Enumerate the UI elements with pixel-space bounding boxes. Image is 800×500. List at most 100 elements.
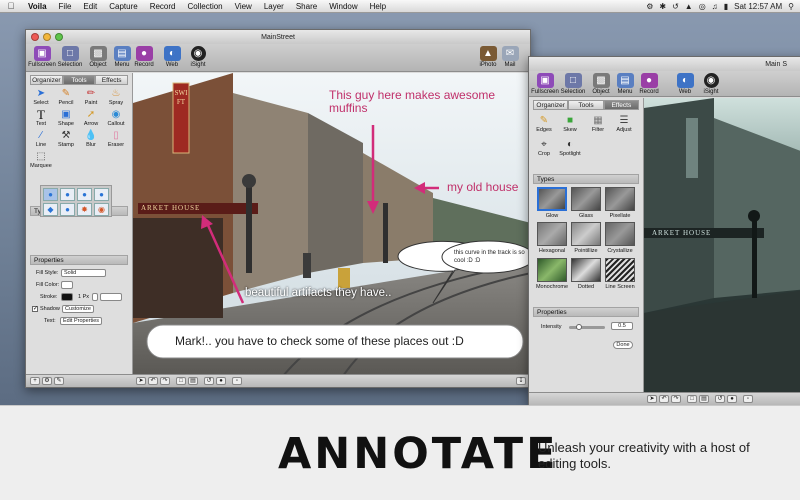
gear-menu-icon[interactable]: ⚙: [42, 377, 52, 385]
annotation-artifacts[interactable]: beautiful artifacts they have..: [245, 286, 400, 300]
annotation-curve[interactable]: this curve in the track is so cool :D :D: [454, 249, 528, 265]
arrow-tool[interactable]: ➚ Arrow: [79, 108, 103, 127]
blur-tool[interactable]: 💧 Blur: [79, 129, 103, 148]
minimize-window-button[interactable]: [43, 33, 51, 41]
shadow-checkbox[interactable]: ✓: [32, 306, 38, 312]
effect-type-thumb[interactable]: [605, 222, 635, 246]
edit-icon[interactable]: ✎: [54, 377, 64, 385]
text-tool[interactable]: T Text: [29, 108, 53, 127]
effects-selection-button[interactable]: □ Selection: [559, 73, 587, 95]
effects-isight-button[interactable]: ◉ iSight: [697, 73, 725, 95]
fill-color-swatch[interactable]: [61, 281, 73, 289]
done-button[interactable]: Done: [613, 341, 633, 349]
export-button[interactable]: ↧: [516, 377, 526, 385]
select-tool[interactable]: ➤ Select: [29, 87, 53, 106]
fill-style-select[interactable]: Solid: [61, 269, 106, 277]
stamp-tool[interactable]: ⚒ Stamp: [54, 129, 78, 148]
tab-effects[interactable]: Effects: [603, 100, 639, 110]
lock-button[interactable]: ●: [727, 395, 737, 403]
selection-button[interactable]: □ Selection: [56, 46, 84, 68]
callout-type-option[interactable]: ●: [77, 188, 92, 201]
rotate-button[interactable]: ↺: [715, 395, 725, 403]
time-machine-icon[interactable]: ↺: [672, 2, 679, 11]
effects-record-button[interactable]: ● Record: [635, 73, 663, 95]
effect-type-thumb[interactable]: [537, 258, 567, 282]
menu-record[interactable]: Record: [144, 2, 182, 11]
bluetooth-icon[interactable]: ✱: [659, 2, 666, 11]
paint-tool[interactable]: ✏ Paint: [79, 87, 103, 106]
tab-tools[interactable]: Tools: [568, 100, 604, 110]
web-button[interactable]: ◐ Web: [158, 46, 186, 68]
volume-icon[interactable]: ♫: [712, 2, 718, 11]
add-button[interactable]: +: [30, 377, 40, 385]
menu-file[interactable]: File: [53, 2, 78, 11]
menu-app[interactable]: Voila: [22, 2, 53, 11]
pointer-mode-button[interactable]: ➤: [647, 395, 657, 403]
rotate-button[interactable]: ↺: [204, 377, 214, 385]
trash-button[interactable]: ▫: [232, 377, 242, 385]
undo-button[interactable]: ↶: [659, 395, 669, 403]
menu-collection[interactable]: Collection: [181, 2, 228, 11]
layers-button[interactable]: ▤: [699, 395, 709, 403]
effect-type-thumb[interactable]: [537, 222, 567, 246]
layers-button[interactable]: ▤: [188, 377, 198, 385]
effect-type-thumb[interactable]: [605, 258, 635, 282]
redo-button[interactable]: ↷: [671, 395, 681, 403]
crop-button[interactable]: □: [176, 377, 186, 385]
pencil-tool[interactable]: ✎ Pencil: [54, 87, 78, 106]
menu-edit[interactable]: Edit: [77, 2, 103, 11]
menu-capture[interactable]: Capture: [103, 2, 143, 11]
wifi-icon[interactable]: ◎: [699, 2, 706, 11]
gear-icon[interactable]: ⚙: [646, 2, 653, 11]
intensity-slider-knob[interactable]: [576, 324, 583, 330]
effects-web-button[interactable]: ◐ Web: [671, 73, 699, 95]
tab-effects[interactable]: Effects: [95, 75, 129, 85]
callout-type-option[interactable]: ●: [94, 188, 109, 201]
filter-effect[interactable]: ▦ Filter: [587, 114, 609, 133]
callout-type-option[interactable]: ●: [60, 203, 75, 216]
menu-help[interactable]: Help: [364, 2, 392, 11]
sync-icon[interactable]: ▲: [685, 2, 693, 11]
effect-type-thumb[interactable]: [571, 222, 601, 246]
isight-button[interactable]: ◉ iSight: [184, 46, 212, 68]
close-window-button[interactable]: [31, 33, 39, 41]
callout-tool[interactable]: ◉ Callout: [104, 108, 128, 127]
fullscreen-button[interactable]: ▣ Fullscreen: [28, 46, 56, 68]
menu-share[interactable]: Share: [290, 2, 323, 11]
stroke-color-swatch[interactable]: [61, 293, 73, 301]
record-button[interactable]: ● Record: [130, 46, 158, 68]
tab-tools[interactable]: Tools: [62, 75, 96, 85]
tab-organizer[interactable]: Organizer: [30, 75, 63, 85]
trash-button[interactable]: ▫: [743, 395, 753, 403]
annotation-muffins[interactable]: This guy here makes awesome muffins: [329, 89, 504, 115]
tab-organizer[interactable]: Organizer: [533, 100, 569, 110]
stroke-stepper[interactable]: [92, 293, 98, 301]
customize-button[interactable]: Customize: [62, 305, 94, 313]
battery-icon[interactable]: ▮: [724, 2, 728, 11]
spotlight-effect[interactable]: ◐ Spotlight: [559, 138, 581, 157]
line-tool[interactable]: ∕ Line: [29, 129, 53, 148]
main-window-titlebar[interactable]: MainStreet: [26, 30, 530, 44]
shape-tool[interactable]: ▣ Shape: [54, 108, 78, 127]
spray-tool[interactable]: ♨ Spray: [104, 87, 128, 106]
redo-button[interactable]: ↷: [160, 377, 170, 385]
undo-button[interactable]: ↶: [148, 377, 158, 385]
callout-type-option[interactable]: ◆: [43, 203, 58, 216]
annotation-mark[interactable]: Mark!.. you have to check some of these …: [175, 334, 464, 348]
edges-effect[interactable]: ✎ Edges: [533, 114, 555, 133]
apple-menu-icon[interactable]: : [0, 1, 22, 11]
clock[interactable]: Sat 12:57 AM: [734, 2, 782, 11]
intensity-value[interactable]: 0.5: [611, 322, 633, 330]
marquee-tool[interactable]: ⬚ Marquee: [29, 150, 53, 169]
crop-effect[interactable]: ⌖ Crop: [533, 138, 555, 157]
effects-fullscreen-button[interactable]: ▣ Fullscreen: [531, 73, 559, 95]
intensity-slider[interactable]: [569, 324, 605, 330]
callout-type-option[interactable]: ✸: [77, 203, 92, 216]
callout-type-option[interactable]: ●: [43, 188, 58, 201]
adjust-effect[interactable]: ☰ Adjust: [613, 114, 635, 133]
mail-button[interactable]: ✉ Mail: [496, 46, 524, 68]
effect-type-thumb[interactable]: [537, 187, 567, 211]
effect-type-thumb[interactable]: [571, 258, 601, 282]
zoom-window-button[interactable]: [55, 33, 63, 41]
menu-view[interactable]: View: [229, 2, 258, 11]
